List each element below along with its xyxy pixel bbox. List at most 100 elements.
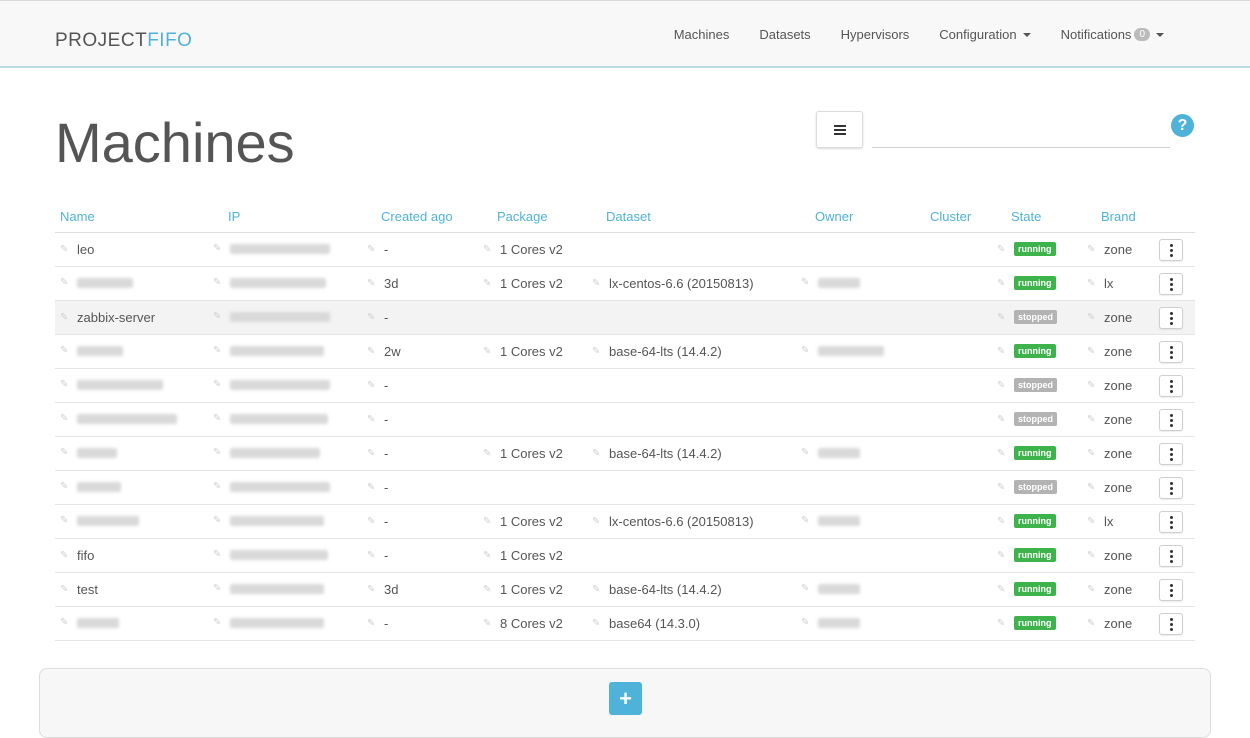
- edit-icon[interactable]: ✎: [801, 277, 810, 287]
- cell-package[interactable]: ✎ 1 Cores v2: [483, 242, 563, 257]
- column-header-name[interactable]: Name: [60, 209, 95, 224]
- cell-brand[interactable]: ✎ zone: [1087, 480, 1132, 495]
- cell-created[interactable]: ✎ -: [367, 514, 388, 529]
- nav-hypervisors[interactable]: Hypervisors: [841, 27, 910, 42]
- table-row[interactable]: ✎ ✎ ✎ - ✎ stopped ✎ zone: [55, 403, 1195, 437]
- cell-owner[interactable]: ✎: [801, 582, 860, 594]
- edit-icon[interactable]: ✎: [213, 413, 222, 423]
- edit-icon[interactable]: ✎: [367, 449, 376, 459]
- edit-icon[interactable]: ✎: [213, 345, 222, 355]
- edit-icon[interactable]: ✎: [1087, 347, 1096, 357]
- edit-icon[interactable]: ✎: [997, 414, 1006, 424]
- cell-brand[interactable]: ✎ zone: [1087, 412, 1132, 427]
- edit-icon[interactable]: ✎: [367, 381, 376, 391]
- edit-icon[interactable]: ✎: [367, 551, 376, 561]
- edit-icon[interactable]: ✎: [213, 447, 222, 457]
- edit-icon[interactable]: ✎: [213, 277, 222, 287]
- help-icon[interactable]: ?: [1171, 114, 1194, 137]
- cell-created[interactable]: ✎ -: [367, 412, 388, 427]
- edit-icon[interactable]: ✎: [997, 448, 1006, 458]
- table-row[interactable]: ✎ fifo ✎ ✎ - ✎ 1 Cores v2 ✎ running ✎ zone: [55, 539, 1195, 573]
- project-fifo-logo[interactable]: PROJECTFIFO: [55, 30, 192, 52]
- cell-created[interactable]: ✎ 3d: [367, 582, 398, 597]
- cell-dataset[interactable]: ✎ base64 (14.3.0): [592, 616, 700, 631]
- cell-name[interactable]: ✎: [60, 344, 123, 356]
- cell-name[interactable]: ✎: [60, 480, 121, 492]
- cell-brand[interactable]: ✎ zone: [1087, 378, 1132, 393]
- edit-icon[interactable]: ✎: [60, 515, 69, 525]
- edit-icon[interactable]: ✎: [60, 481, 69, 491]
- cell-brand[interactable]: ✎ zone: [1087, 310, 1132, 325]
- cell-created[interactable]: ✎ 3d: [367, 276, 398, 291]
- cell-owner[interactable]: ✎: [801, 446, 860, 458]
- column-header-dataset[interactable]: Dataset: [606, 209, 651, 224]
- edit-icon[interactable]: ✎: [592, 517, 601, 527]
- table-row[interactable]: ✎ leo ✎ ✎ - ✎ 1 Cores v2 ✎ running ✎ zone: [55, 233, 1195, 267]
- list-view-toggle-button[interactable]: [816, 111, 863, 148]
- edit-icon[interactable]: ✎: [367, 347, 376, 357]
- row-actions-button[interactable]: [1159, 341, 1183, 363]
- edit-icon[interactable]: ✎: [997, 482, 1006, 492]
- cell-dataset[interactable]: ✎ base-64-lts (14.4.2): [592, 344, 722, 359]
- edit-icon[interactable]: ✎: [367, 279, 376, 289]
- cell-ip[interactable]: ✎: [213, 344, 324, 356]
- edit-icon[interactable]: ✎: [592, 449, 601, 459]
- edit-icon[interactable]: ✎: [1087, 415, 1096, 425]
- cell-ip[interactable]: ✎: [213, 412, 328, 424]
- cell-name[interactable]: ✎ test: [60, 582, 98, 597]
- edit-icon[interactable]: ✎: [592, 619, 601, 629]
- column-header-owner[interactable]: Owner: [815, 209, 853, 224]
- cell-name[interactable]: ✎ leo: [60, 242, 94, 257]
- edit-icon[interactable]: ✎: [997, 584, 1006, 594]
- cell-dataset[interactable]: ✎ base-64-lts (14.4.2): [592, 446, 722, 461]
- edit-icon[interactable]: ✎: [1087, 245, 1096, 255]
- edit-icon[interactable]: ✎: [801, 345, 810, 355]
- cell-package[interactable]: ✎ 1 Cores v2: [483, 446, 563, 461]
- cell-name[interactable]: ✎ fifo: [60, 548, 94, 563]
- cell-brand[interactable]: ✎ zone: [1087, 242, 1132, 257]
- edit-icon[interactable]: ✎: [213, 311, 222, 321]
- nav-notifications-dropdown[interactable]: Notifications 0: [1061, 27, 1164, 42]
- edit-icon[interactable]: ✎: [1087, 551, 1096, 561]
- table-row[interactable]: ✎ ✎ ✎ - ✎ 8 Cores v2 ✎ base64 (14.3.0) ✎ ✎ running…: [55, 607, 1195, 641]
- edit-icon[interactable]: ✎: [213, 549, 222, 559]
- cell-created[interactable]: ✎ 2w: [367, 344, 401, 359]
- cell-created[interactable]: ✎ -: [367, 548, 388, 563]
- edit-icon[interactable]: ✎: [483, 619, 492, 629]
- row-actions-button[interactable]: [1159, 273, 1183, 295]
- edit-icon[interactable]: ✎: [60, 245, 69, 255]
- cell-name[interactable]: ✎: [60, 412, 177, 424]
- edit-icon[interactable]: ✎: [213, 379, 222, 389]
- cell-created[interactable]: ✎ -: [367, 242, 388, 257]
- edit-icon[interactable]: ✎: [60, 447, 69, 457]
- edit-icon[interactable]: ✎: [1087, 483, 1096, 493]
- table-row[interactable]: ✎ ✎ ✎ 3d ✎ 1 Cores v2 ✎ lx-centos-6.6 (20150813…: [55, 267, 1195, 301]
- row-actions-button[interactable]: [1159, 613, 1183, 635]
- edit-icon[interactable]: ✎: [1087, 381, 1096, 391]
- edit-icon[interactable]: ✎: [1087, 585, 1096, 595]
- edit-icon[interactable]: ✎: [483, 517, 492, 527]
- cell-name[interactable]: ✎: [60, 514, 139, 526]
- edit-icon[interactable]: ✎: [997, 312, 1006, 322]
- edit-icon[interactable]: ✎: [483, 245, 492, 255]
- cell-ip[interactable]: ✎: [213, 582, 324, 594]
- cell-ip[interactable]: ✎: [213, 480, 330, 492]
- nav-machines[interactable]: Machines: [674, 27, 730, 42]
- cell-name[interactable]: ✎: [60, 276, 133, 288]
- edit-icon[interactable]: ✎: [367, 313, 376, 323]
- edit-icon[interactable]: ✎: [367, 245, 376, 255]
- edit-icon[interactable]: ✎: [60, 413, 69, 423]
- column-header-ip[interactable]: IP: [228, 209, 240, 224]
- table-row[interactable]: ✎ zabbix-server ✎ ✎ - ✎ stopped ✎ zone: [55, 301, 1195, 335]
- cell-created[interactable]: ✎ -: [367, 616, 388, 631]
- cell-dataset[interactable]: ✎ lx-centos-6.6 (20150813): [592, 514, 754, 529]
- cell-ip[interactable]: ✎: [213, 514, 324, 526]
- edit-icon[interactable]: ✎: [367, 483, 376, 493]
- column-header-state[interactable]: State: [1011, 209, 1041, 224]
- row-actions-button[interactable]: [1159, 239, 1183, 261]
- edit-icon[interactable]: ✎: [997, 550, 1006, 560]
- cell-brand[interactable]: ✎ zone: [1087, 616, 1132, 631]
- cell-ip[interactable]: ✎: [213, 446, 320, 458]
- cell-created[interactable]: ✎ -: [367, 446, 388, 461]
- cell-dataset[interactable]: ✎ lx-centos-6.6 (20150813): [592, 276, 754, 291]
